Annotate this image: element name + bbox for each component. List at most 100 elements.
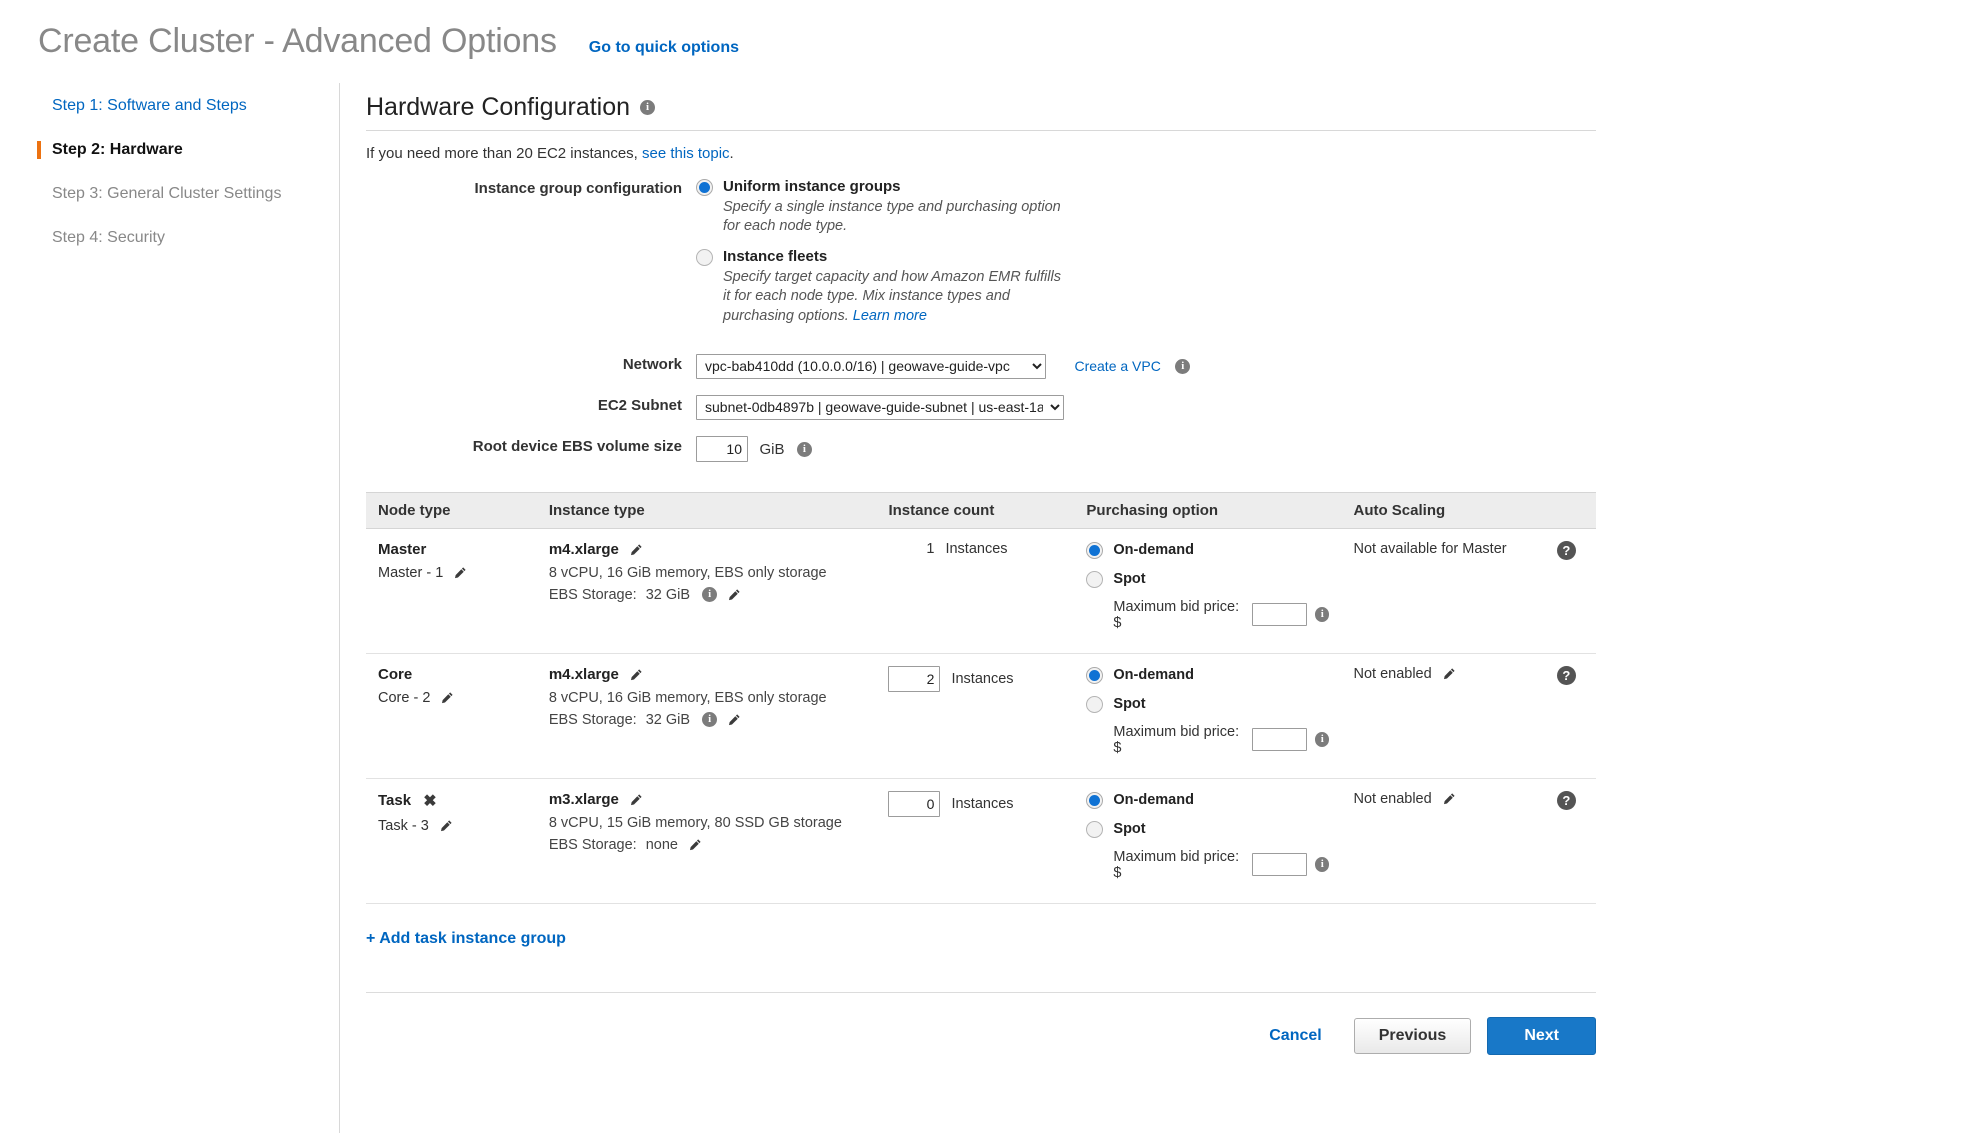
- cell-help: ?: [1536, 653, 1596, 779]
- go-to-quick-options-link[interactable]: Go to quick options: [589, 39, 739, 57]
- sidebar-item-step-4: Step 4: Security: [52, 229, 165, 246]
- see-this-topic-link[interactable]: see this topic: [642, 145, 730, 162]
- edit-pencil-icon[interactable]: [629, 793, 643, 807]
- cell-instance-count: Instances: [876, 778, 1075, 904]
- column-header-help: [1536, 492, 1596, 529]
- edit-pencil-icon[interactable]: [440, 691, 454, 705]
- network-row: Network vpc-bab410dd (10.0.0.0/16) | geo…: [366, 353, 1984, 379]
- spot-radio[interactable]: [1086, 820, 1104, 838]
- ec2-subnet-row: EC2 Subnet subnet-0db4897b | geowave-gui…: [366, 394, 1984, 420]
- intro-prefix: If you need more than 20 EC2 instances,: [366, 145, 642, 162]
- edit-pencil-icon[interactable]: [453, 566, 467, 580]
- edit-pencil-icon[interactable]: [727, 588, 741, 602]
- instance-group-configuration-row: Instance group configuration Uniform ins…: [366, 178, 1984, 338]
- maximum-bid-price-input[interactable]: [1252, 853, 1308, 877]
- cell-instance-type: m4.xlarge 8 vCPU, 16 GiB memory, EBS onl…: [536, 653, 877, 779]
- cell-purchasing-option: On-demand Spot Maximum bid price: $ i: [1074, 778, 1342, 904]
- maximum-bid-price-input[interactable]: [1252, 603, 1308, 627]
- help-icon[interactable]: ?: [1556, 790, 1576, 810]
- maximum-bid-price-info-icon[interactable]: i: [1315, 732, 1330, 748]
- on-demand-radio[interactable]: [1086, 791, 1104, 809]
- on-demand-radio[interactable]: [1086, 541, 1104, 559]
- auto-scaling-status: Not enabled: [1353, 790, 1432, 807]
- create-vpc-link[interactable]: Create a VPC: [1074, 358, 1160, 374]
- cell-auto-scaling: Not available for Master: [1341, 528, 1537, 654]
- spot-option[interactable]: Spot: [1086, 820, 1329, 838]
- sidebar-item-step-2: Step 2: Hardware: [37, 141, 339, 159]
- edit-pencil-icon[interactable]: [688, 838, 702, 852]
- column-header-instance-type: Instance type: [536, 492, 877, 529]
- spot-label: Spot: [1113, 695, 1146, 712]
- uniform-instance-groups-radio[interactable]: [696, 179, 713, 196]
- help-icon[interactable]: ?: [1556, 540, 1576, 560]
- edit-pencil-icon[interactable]: [1442, 667, 1456, 681]
- cancel-button[interactable]: Cancel: [1263, 1026, 1327, 1046]
- maximum-bid-price-info-icon[interactable]: i: [1315, 607, 1330, 623]
- instance-ebs-storage: EBS Storage: 32 GiB i: [549, 712, 865, 728]
- cell-node-type: Task ✖ Task - 3: [366, 778, 537, 904]
- learn-more-link[interactable]: Learn more: [853, 308, 927, 324]
- help-icon[interactable]: ?: [1556, 665, 1576, 685]
- node-group-name: Core - 2: [378, 689, 431, 706]
- column-header-purchasing-option: Purchasing option: [1074, 492, 1342, 529]
- root-ebs-volume-unit: GiB: [759, 440, 785, 458]
- on-demand-radio[interactable]: [1086, 666, 1104, 684]
- node-type-name: Core: [378, 665, 413, 683]
- section-header: Hardware Configuration i: [366, 93, 1596, 131]
- edit-pencil-icon[interactable]: [629, 543, 643, 557]
- cell-instance-type: m4.xlarge 8 vCPU, 16 GiB memory, EBS onl…: [536, 528, 877, 654]
- instance-count-input[interactable]: [888, 665, 941, 692]
- add-task-instance-group-link[interactable]: + Add task instance group: [366, 930, 566, 948]
- root-ebs-volume-input[interactable]: [696, 435, 748, 462]
- network-info-icon[interactable]: i: [1175, 359, 1191, 375]
- info-icon[interactable]: i: [640, 100, 656, 115]
- node-group-name-wrap: Master - 1: [378, 565, 525, 581]
- node-group-name: Master - 1: [378, 564, 444, 581]
- spot-option[interactable]: Spot: [1086, 695, 1329, 713]
- root-ebs-info-icon[interactable]: i: [796, 441, 812, 457]
- page-title: Create Cluster - Advanced Options: [38, 22, 557, 60]
- ebs-storage-info-icon[interactable]: i: [702, 587, 718, 603]
- intro-suffix: .: [729, 145, 734, 162]
- uniform-instance-groups-option[interactable]: Uniform instance groups Specify a single…: [696, 178, 1984, 236]
- auto-scaling-status: Not enabled: [1353, 665, 1432, 682]
- ebs-storage-info-icon[interactable]: i: [702, 712, 718, 728]
- page-header: Create Cluster - Advanced Options Go to …: [0, 0, 1984, 61]
- spot-radio[interactable]: [1086, 570, 1104, 588]
- spot-radio[interactable]: [1086, 695, 1104, 713]
- sidebar-item-step-1[interactable]: Step 1: Software and Steps: [42, 97, 339, 115]
- instance-ebs-storage: EBS Storage: 32 GiB i: [549, 587, 865, 603]
- next-button[interactable]: Next: [1487, 1016, 1596, 1055]
- instance-fleets-option[interactable]: Instance fleets Specify target capacity …: [696, 248, 1984, 325]
- edit-pencil-icon[interactable]: [1442, 792, 1456, 806]
- table-row: Master Master - 1 m4.xlarge 8 vCPU, 16 G…: [366, 528, 1596, 654]
- on-demand-option[interactable]: On-demand: [1086, 666, 1329, 684]
- cell-instance-count: Instances: [876, 653, 1075, 779]
- cell-auto-scaling: Not enabled: [1341, 653, 1537, 779]
- root-ebs-volume-label: Root device EBS volume size: [472, 437, 682, 455]
- instance-fleets-radio[interactable]: [696, 249, 713, 267]
- maximum-bid-price-label: Maximum bid price: $: [1113, 598, 1240, 631]
- remove-task-group-icon[interactable]: ✖: [423, 791, 436, 811]
- instance-count-input[interactable]: [888, 790, 941, 817]
- cell-help: ?: [1536, 528, 1596, 654]
- root-ebs-volume-field: GiB i: [696, 435, 1984, 462]
- spot-option[interactable]: Spot: [1086, 570, 1329, 588]
- edit-pencil-icon[interactable]: [727, 713, 741, 727]
- table-header: Node type Instance type Instance count P…: [366, 492, 1596, 529]
- ec2-subnet-select[interactable]: subnet-0db4897b | geowave-guide-subnet |…: [696, 394, 1064, 420]
- node-group-name-wrap: Task - 3: [378, 818, 525, 834]
- maximum-bid-price-info-icon[interactable]: i: [1315, 857, 1330, 873]
- on-demand-option[interactable]: On-demand: [1086, 791, 1329, 809]
- instance-type-name: m4.xlarge: [548, 665, 619, 683]
- instance-count-label: Instances: [951, 670, 1014, 687]
- ebs-storage-value: 32 GiB: [645, 586, 691, 603]
- edit-pencil-icon[interactable]: [439, 819, 453, 833]
- edit-pencil-icon[interactable]: [629, 668, 643, 682]
- cell-node-type: Master Master - 1: [366, 528, 537, 654]
- maximum-bid-price-input[interactable]: [1252, 728, 1308, 752]
- on-demand-option[interactable]: On-demand: [1086, 541, 1329, 559]
- main-content: Hardware Configuration i If you need mor…: [340, 83, 1984, 1133]
- network-select[interactable]: vpc-bab410dd (10.0.0.0/16) | geowave-gui…: [696, 353, 1046, 379]
- previous-button[interactable]: Previous: [1353, 1017, 1472, 1054]
